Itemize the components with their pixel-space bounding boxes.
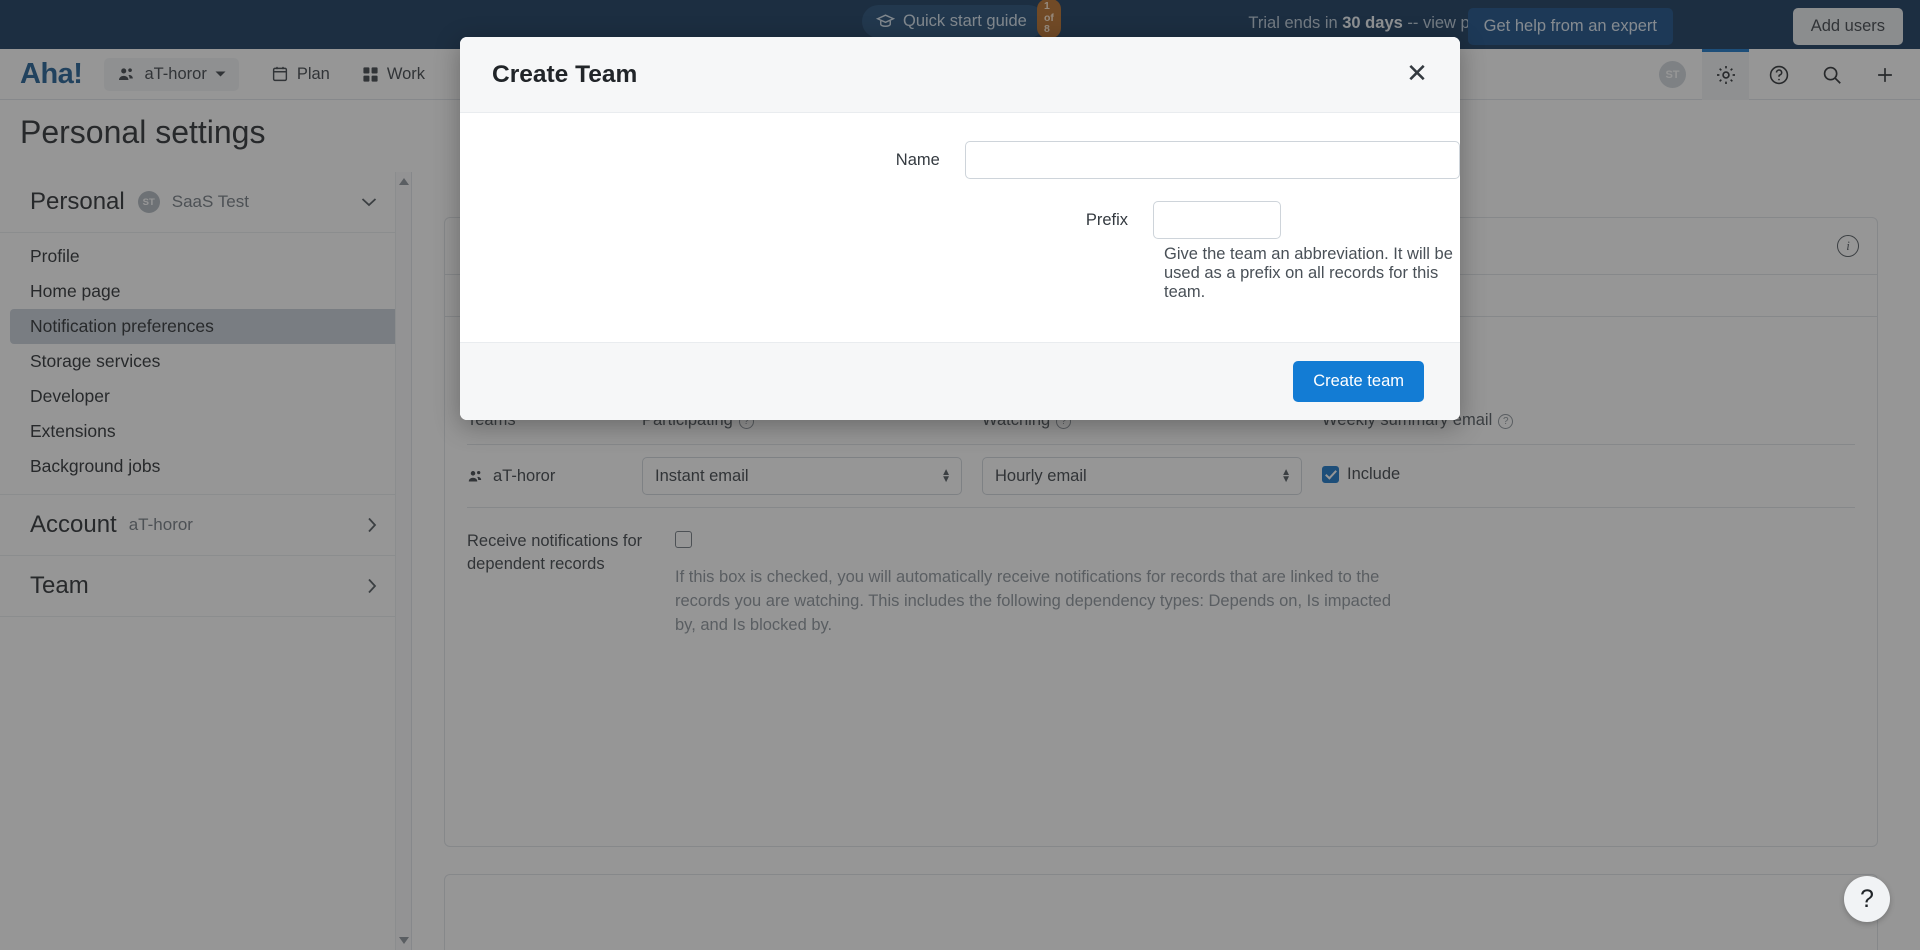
- create-team-button[interactable]: Create team: [1293, 361, 1424, 402]
- name-label: Name: [895, 150, 940, 169]
- modal-footer: Create team: [460, 342, 1460, 420]
- close-icon[interactable]: ✕: [1402, 60, 1432, 90]
- modal-title: Create Team: [492, 60, 638, 88]
- prefix-input[interactable]: [1153, 201, 1281, 239]
- help-floating-button[interactable]: ?: [1844, 876, 1890, 922]
- name-field-row: Name: [460, 141, 1460, 179]
- screen: Quick start guide 1 of 8 Trial ends in 3…: [0, 0, 1920, 950]
- prefix-hint-text: Give the team an abbreviation. It will b…: [1164, 245, 1453, 301]
- prefix-field-row: Prefix: [460, 201, 1460, 239]
- create-team-modal: Create Team ✕ Name Prefix Give the team …: [460, 37, 1460, 420]
- name-input[interactable]: [964, 141, 1460, 179]
- modal-header: Create Team ✕: [460, 37, 1460, 113]
- modal-body: Name Prefix Give the team an abbreviatio…: [460, 113, 1460, 342]
- prefix-label: Prefix: [1085, 210, 1128, 229]
